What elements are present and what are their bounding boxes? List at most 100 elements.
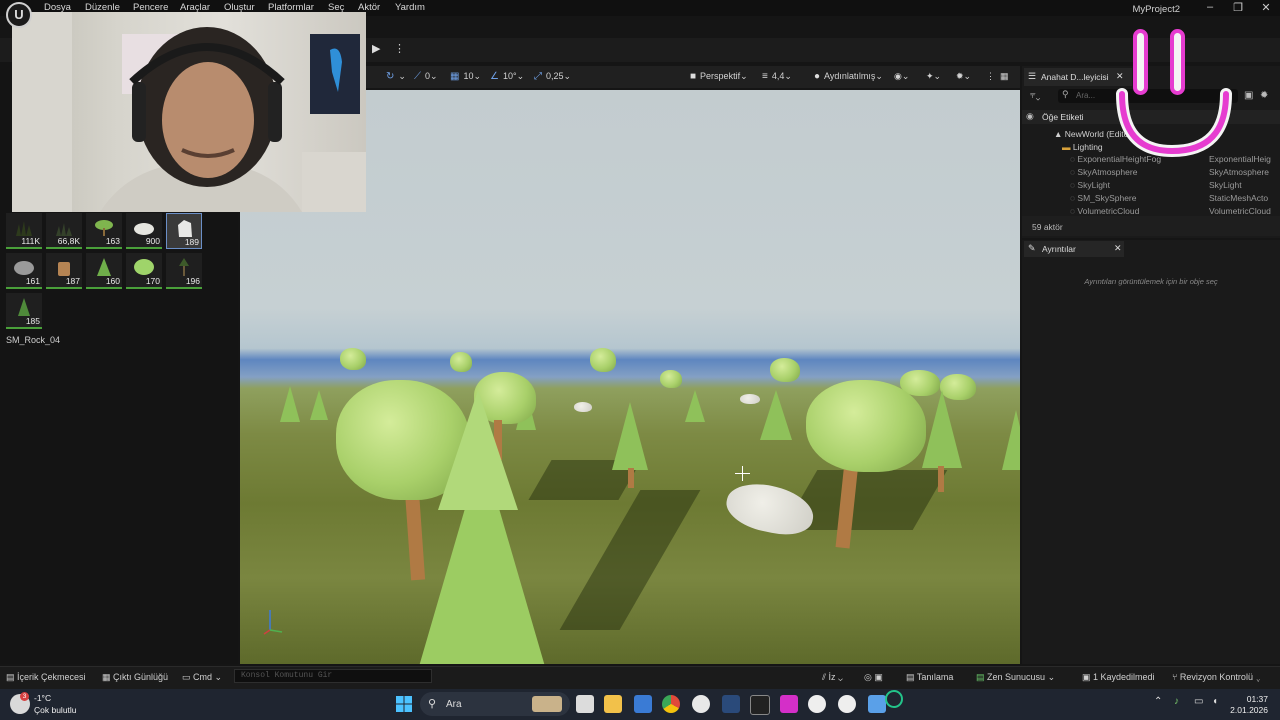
console-command-input[interactable]: Konsol Komutunu Gir: [234, 669, 432, 683]
tree: [450, 352, 472, 372]
bush-icon: [95, 220, 113, 236]
asset-count: 111K: [21, 236, 40, 246]
asset-tile[interactable]: 900: [126, 213, 162, 249]
settings-button[interactable]: ✹⌄: [956, 71, 971, 82]
outliner-row[interactable]: ◌ SkyAtmosphere: [1070, 167, 1137, 177]
tray-chevron-icon[interactable]: ⌃: [1154, 696, 1162, 707]
unsaved-button[interactable]: ▣ 1 Kaydedilmedi: [1082, 672, 1155, 683]
pine-tree: [1002, 410, 1020, 470]
asset-tile[interactable]: 160: [86, 253, 122, 289]
crosshair-icon: [742, 466, 743, 481]
lighting-mode-button[interactable]: ● Aydınlatılmış⌄: [814, 71, 883, 82]
epic-games-icon[interactable]: [750, 695, 770, 715]
asset-tile[interactable]: 187: [46, 253, 82, 289]
pencil-icon: ✎: [1028, 243, 1036, 253]
folder-add-icon[interactable]: ▣: [1244, 90, 1253, 101]
outliner-row[interactable]: ◌ VolumetricCloud: [1070, 206, 1139, 216]
unreal-logo-icon[interactable]: U: [6, 2, 32, 28]
unsaved-label: 1 Kaydedilmedi: [1093, 672, 1155, 682]
network-icon[interactable]: ▭: [1194, 696, 1203, 707]
zen-server-button[interactable]: ▤ Zen Sunucusu ⌄: [976, 672, 1055, 683]
output-log-button[interactable]: ▦ Çıktı Günlüğü: [102, 672, 168, 683]
asset-tile-selected[interactable]: 189: [166, 213, 202, 249]
view-mode-button[interactable]: ■ Perspektif⌄: [690, 71, 748, 82]
trace-button[interactable]: ⫽ İz ⌄: [822, 672, 843, 683]
microphone-icon[interactable]: ♪: [1174, 696, 1179, 707]
task-view-icon[interactable]: [576, 695, 594, 713]
layout-icon[interactable]: ▦: [1000, 71, 1009, 82]
content-drawer-button[interactable]: ▤ İçerik Çekmecesi: [6, 672, 86, 683]
asset-tile[interactable]: 185: [6, 293, 42, 329]
details-panel: [1022, 240, 1280, 664]
asset-tile[interactable]: 163: [86, 213, 122, 249]
media-player-icon[interactable]: [780, 695, 798, 713]
clock-date[interactable]: 2.01.2026: [1226, 705, 1268, 715]
chrome-icon[interactable]: [662, 695, 680, 713]
grid-icon: ▦: [450, 71, 460, 82]
windows-start-icon[interactable]: [396, 696, 412, 712]
grid-snap-button[interactable]: ▦ 10⌄: [450, 71, 481, 82]
search-icon: ⚲: [1062, 89, 1069, 99]
file-explorer-icon[interactable]: [604, 695, 622, 713]
derive-button[interactable]: ▤ Tanılama: [906, 672, 953, 683]
rotation-snap-value: 0: [425, 71, 431, 81]
outliner-row[interactable]: ◌ SM_SkySphere: [1070, 193, 1136, 203]
stump-icon: [58, 262, 70, 276]
actor-label: SM_SkySphere: [1077, 193, 1137, 203]
cmd-dropdown[interactable]: ▭ Cmd ⌄: [182, 672, 222, 683]
visibility-eye-icon[interactable]: ◉: [1026, 111, 1034, 122]
derive-label: Tanılama: [916, 672, 954, 682]
tree: [770, 358, 800, 382]
show-flags-button[interactable]: ◉⌄: [894, 71, 909, 82]
close-tab-icon[interactable]: ✕: [1114, 243, 1122, 254]
minimize-icon[interactable]: –: [1198, 1, 1222, 13]
play-icon[interactable]: ▶: [372, 42, 386, 56]
search-icon: ⚲: [428, 698, 437, 710]
outliner-row[interactable]: ◌ SkyLight: [1070, 180, 1110, 190]
obs-icon[interactable]: [692, 695, 710, 713]
maximize-icon[interactable]: ❐: [1226, 1, 1250, 14]
view-mode-label: Perspektif: [700, 71, 741, 81]
asset-count: 161: [25, 276, 40, 286]
webcam-person-image: [12, 12, 366, 212]
unreal-engine-icon[interactable]: [808, 695, 826, 713]
asset-count: 66,8K: [57, 236, 80, 246]
steam-icon[interactable]: [722, 695, 740, 713]
rotation-snap-button[interactable]: ⟋ 0⌄: [414, 71, 438, 82]
angle-snap-button[interactable]: ∠ 10°⌄: [490, 71, 524, 82]
unreal-engine-active-icon[interactable]: [838, 695, 856, 713]
scale-snap-button[interactable]: ⤢ 0,25⌄: [534, 71, 571, 82]
selected-asset-name: SM_Rock_04: [6, 335, 61, 345]
camera-record-icon[interactable]: ◎ ▣: [864, 672, 883, 683]
details-empty-hint: Ayrıntıları görüntülemek için bir obje s…: [1084, 277, 1218, 286]
outliner-settings-icon[interactable]: ✹: [1260, 90, 1268, 101]
outliner-tab-title: Anahat D...leyicisi: [1041, 72, 1109, 82]
clock-time[interactable]: 01:37: [1226, 694, 1268, 704]
close-icon[interactable]: ✕: [1254, 1, 1278, 14]
asset-tile[interactable]: 170: [126, 253, 162, 289]
app-icon[interactable]: [868, 695, 886, 713]
details-tab[interactable]: ✎ Ayrıntılar ✕: [1024, 241, 1124, 257]
asset-tile[interactable]: 111K: [6, 213, 42, 249]
outliner-footer: 59 aktör: [1022, 216, 1280, 236]
search-placeholder: Ara...: [1076, 91, 1096, 100]
actor-label: SkyAtmosphere: [1077, 167, 1138, 177]
outliner-folder-row[interactable]: ▬ Lighting: [1062, 142, 1103, 152]
transform-mode-button[interactable]: ↻ ⌄: [386, 71, 406, 82]
camera-speed-button[interactable]: ≡ 4,4⌄: [762, 71, 792, 82]
gameplay-button[interactable]: ✦⌄: [926, 71, 941, 82]
asset-tile[interactable]: 161: [6, 253, 42, 289]
revision-control-button[interactable]: ⑂ Revizyon Kontrolü ⌄: [1172, 672, 1261, 682]
terminal-icon: ▭: [182, 672, 194, 682]
asset-tile[interactable]: 196: [166, 253, 202, 289]
asset-tile[interactable]: 66,8K: [46, 213, 82, 249]
volume-icon[interactable]: ◖: [1212, 696, 1218, 707]
angle-snap-value: 10°: [502, 71, 517, 81]
filter-icon[interactable]: ⫧⌄: [1030, 90, 1040, 101]
more-options-icon[interactable]: ⋮: [394, 42, 405, 55]
menu-help[interactable]: Yardım: [395, 2, 425, 13]
store-icon[interactable]: [634, 695, 652, 713]
content-drawer-label: İçerik Çekmecesi: [17, 672, 86, 682]
rotate-icon: ↻: [386, 71, 395, 82]
viewport-more-icon[interactable]: ⋮: [986, 71, 995, 82]
